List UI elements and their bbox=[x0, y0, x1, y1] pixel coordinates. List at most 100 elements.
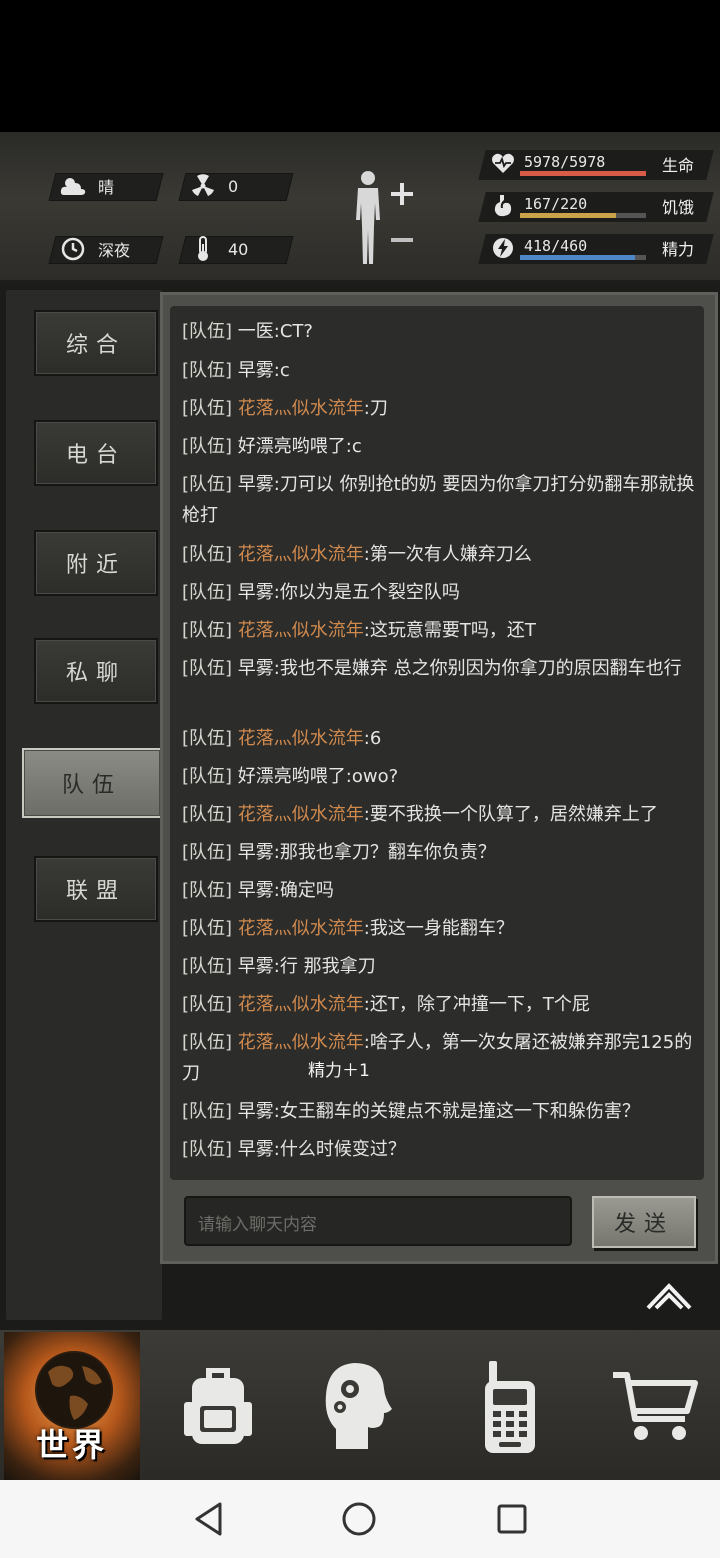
message-sender[interactable]: 一医 bbox=[238, 321, 274, 342]
heart-icon bbox=[490, 152, 516, 178]
message-text: :什么时候变过？ bbox=[273, 1139, 406, 1160]
collapse-chevron-icon[interactable] bbox=[644, 1278, 694, 1314]
chat-input[interactable]: 请输入聊天内容 bbox=[184, 1196, 572, 1246]
nav-skills-button[interactable] bbox=[308, 1352, 408, 1462]
message-text: :行 那我拿刀 bbox=[273, 956, 376, 977]
backpack-icon bbox=[184, 1368, 252, 1444]
message-channel: [队伍] bbox=[182, 620, 233, 641]
chat-message: [队伍] 花落灬似水流年:还T，除了冲撞一下，T个屁 bbox=[182, 989, 702, 1020]
message-sender[interactable]: 早雾 bbox=[238, 658, 274, 679]
cart-icon bbox=[613, 1372, 698, 1440]
message-sender[interactable]: 早雾 bbox=[238, 956, 274, 977]
message-channel: [队伍] bbox=[182, 994, 233, 1015]
tab-nearby[interactable]: 附近 bbox=[34, 530, 158, 596]
message-sender[interactable]: 花落灬似水流年 bbox=[238, 728, 364, 749]
chat-message: [队伍] 早雾:行 那我拿刀 bbox=[182, 951, 702, 982]
chat-message: [队伍] 早雾:女王翻车的关键点不就是撞这一下和躲伤害？ bbox=[182, 1096, 702, 1127]
message-sender[interactable]: 早雾 bbox=[238, 582, 274, 603]
message-sender[interactable]: 花落灬似水流年 bbox=[238, 544, 364, 565]
chat-message: [队伍] 早雾:我也不是嫌弃 总之你别因为你拿刀的原因翻车也行 bbox=[182, 653, 702, 684]
weather-stat: 晴 bbox=[58, 172, 114, 200]
chat-message: [队伍] 早雾:你以为是五个裂空队吗 bbox=[182, 577, 702, 608]
message-text: :6 bbox=[363, 728, 382, 749]
chat-message: [队伍] 早雾:刀可以 你别抢t的奶 要因为你拿刀打分奶翻车那就换枪打 bbox=[182, 469, 702, 531]
message-sender[interactable]: 花落灬似水流年 bbox=[238, 398, 364, 419]
body-status-button[interactable] bbox=[346, 168, 416, 268]
message-text: :那我也拿刀？翻车你负责？ bbox=[273, 842, 496, 863]
nav-world-label: 世界 bbox=[35, 1426, 108, 1464]
message-sender[interactable]: 早雾 bbox=[238, 360, 274, 381]
message-sender[interactable]: 花落灬似水流年 bbox=[238, 918, 364, 939]
hunger-value: 167/220 bbox=[524, 195, 588, 213]
message-sender[interactable]: 早雾 bbox=[238, 1139, 274, 1160]
chat-message: [队伍] 花落灬似水流年:这玩意需要T吗，还T bbox=[182, 615, 702, 646]
chat-message: [队伍] 早雾:确定吗 bbox=[182, 875, 702, 906]
temperature-stat: 40 bbox=[188, 235, 248, 263]
nav-shop-button[interactable] bbox=[604, 1352, 704, 1462]
hunger-label: 饥饿 bbox=[662, 198, 695, 217]
message-text: :确定吗 bbox=[273, 880, 334, 901]
message-sender[interactable]: 好漂亮哟喂了 bbox=[238, 436, 346, 457]
message-text: :第一次有人嫌弃刀么 bbox=[363, 544, 532, 565]
radiation-value: 0 bbox=[228, 176, 239, 196]
message-channel: [队伍] bbox=[182, 360, 233, 381]
status-bar-area bbox=[0, 0, 720, 132]
radiation-icon bbox=[188, 172, 218, 200]
hunger-bar: 167/220 饥饿 bbox=[478, 190, 714, 224]
thermometer-icon bbox=[188, 235, 218, 263]
body-figure-icon bbox=[356, 171, 413, 264]
health-label: 生命 bbox=[662, 156, 695, 175]
message-channel: [队伍] bbox=[182, 766, 233, 787]
send-button[interactable]: 发送 bbox=[592, 1196, 696, 1248]
message-channel: [队伍] bbox=[182, 728, 233, 749]
message-channel: [队伍] bbox=[182, 1032, 233, 1053]
energy-label: 精力 bbox=[662, 240, 695, 259]
message-channel: [队伍] bbox=[182, 321, 233, 342]
chat-message: [队伍] 花落灬似水流年:刀 bbox=[182, 393, 702, 424]
chat-message: [队伍] 早雾:什么时候变过？ bbox=[182, 1134, 702, 1165]
message-sender[interactable]: 花落灬似水流年 bbox=[238, 994, 364, 1015]
tab-radio[interactable]: 电台 bbox=[34, 420, 158, 486]
partly-cloudy-icon bbox=[58, 172, 88, 200]
chat-message: [队伍] 花落灬似水流年:啥子人，第一次女屠还被嫌弃那完125的刀 bbox=[182, 1027, 702, 1089]
message-sender[interactable]: 早雾 bbox=[238, 1101, 274, 1122]
message-sender[interactable]: 花落灬似水流年 bbox=[238, 620, 364, 641]
weather-value: 晴 bbox=[98, 178, 115, 197]
recents-square-icon[interactable] bbox=[490, 1497, 534, 1541]
back-triangle-icon[interactable] bbox=[186, 1497, 230, 1541]
chat-message: [队伍] 花落灬似水流年:6 bbox=[182, 723, 702, 754]
chat-message: [队伍] 早雾:那我也拿刀？翻车你负责？ bbox=[182, 837, 702, 868]
message-channel: [队伍] bbox=[182, 544, 233, 565]
nav-backpack-button[interactable] bbox=[168, 1352, 268, 1462]
message-channel: [队伍] bbox=[182, 658, 233, 679]
message-sender[interactable]: 花落灬似水流年 bbox=[238, 1032, 364, 1053]
tab-team[interactable]: 队伍 bbox=[22, 748, 162, 818]
message-text: :c bbox=[273, 360, 290, 381]
message-channel: [队伍] bbox=[182, 474, 233, 495]
energy-gain-popup: 精力＋1 bbox=[308, 1061, 370, 1081]
message-channel: [队伍] bbox=[182, 842, 233, 863]
message-text: :owo? bbox=[345, 766, 399, 787]
head-gears-icon bbox=[325, 1363, 392, 1449]
message-sender[interactable]: 早雾 bbox=[238, 842, 274, 863]
tab-general[interactable]: 综合 bbox=[34, 310, 158, 376]
stomach-icon bbox=[490, 194, 516, 220]
time-stat: 深夜 bbox=[58, 235, 130, 263]
message-channel: [队伍] bbox=[182, 880, 233, 901]
message-sender[interactable]: 花落灬似水流年 bbox=[238, 804, 364, 825]
message-sender[interactable]: 早雾 bbox=[238, 880, 274, 901]
message-channel: [队伍] bbox=[182, 956, 233, 977]
message-text: :这玩意需要T吗，还T bbox=[363, 620, 536, 641]
health-value: 5978/5978 bbox=[524, 153, 606, 171]
message-sender[interactable]: 早雾 bbox=[238, 474, 274, 495]
message-text: :要不我换一个队算了，居然嫌弃上了 bbox=[363, 804, 658, 825]
tab-alliance[interactable]: 联盟 bbox=[34, 856, 158, 922]
chat-message: [队伍] 一医:CT? bbox=[182, 316, 702, 347]
message-sender[interactable]: 好漂亮哟喂了 bbox=[238, 766, 346, 787]
nav-radio-button[interactable] bbox=[460, 1352, 560, 1462]
message-channel: [队伍] bbox=[182, 582, 233, 603]
home-circle-icon[interactable] bbox=[337, 1497, 381, 1541]
message-channel: [队伍] bbox=[182, 398, 233, 419]
chat-message: [队伍] 花落灬似水流年:要不我换一个队算了，居然嫌弃上了 bbox=[182, 799, 702, 830]
tab-private[interactable]: 私聊 bbox=[34, 638, 158, 704]
